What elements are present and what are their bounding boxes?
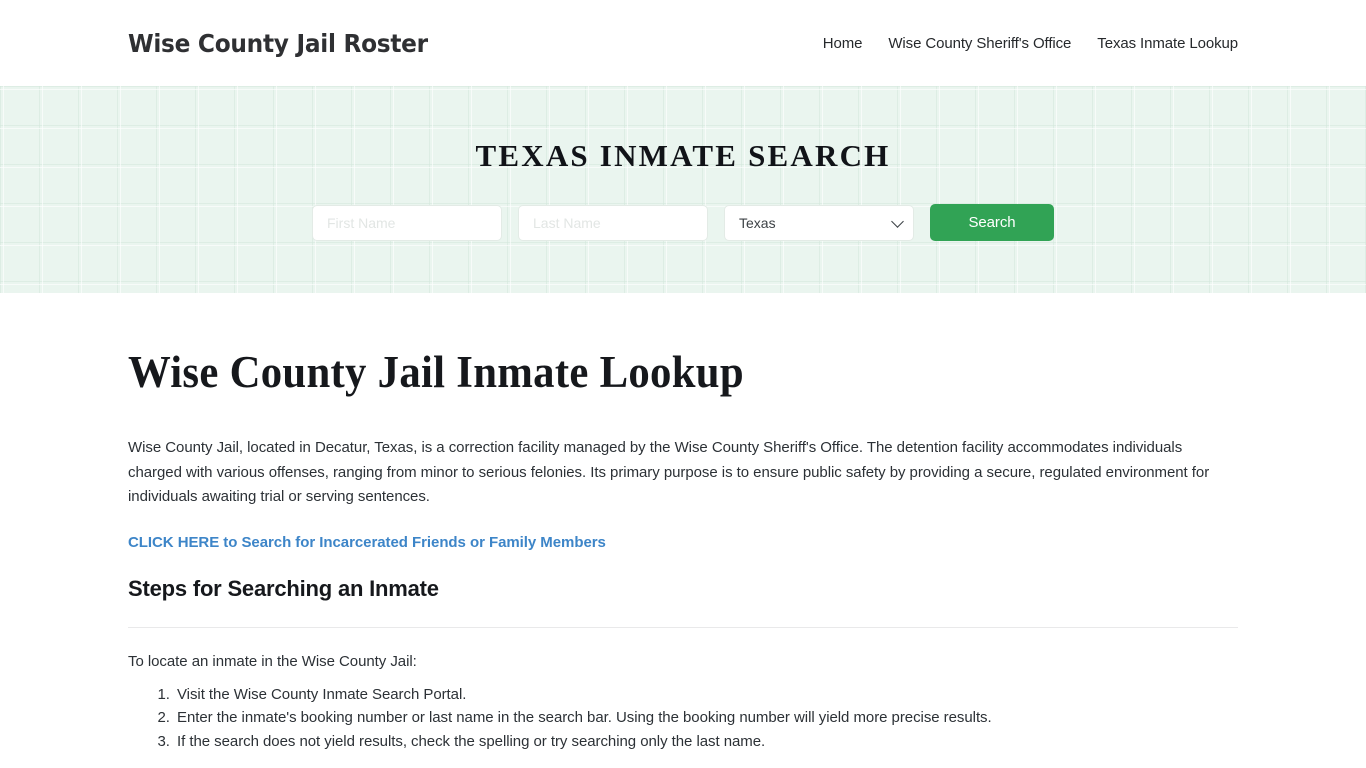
page-title: Wise County Jail Inmate Lookup xyxy=(128,347,744,397)
site-logo[interactable]: Wise County Jail Roster xyxy=(128,29,428,58)
section-divider xyxy=(128,626,1238,628)
hero-title: TEXAS INMATE SEARCH xyxy=(475,138,891,173)
state-select-wrapper: Texas xyxy=(724,204,914,241)
first-name-input[interactable] xyxy=(312,204,502,241)
inmate-search-cta-link[interactable]: CLICK HERE to Search for Incarcerated Fr… xyxy=(128,534,606,551)
main-navigation: Home Wise County Sheriff's Office Texas … xyxy=(823,35,1238,52)
last-name-input[interactable] xyxy=(518,204,708,241)
intro-paragraph: Wise County Jail, located in Decatur, Te… xyxy=(128,439,1210,505)
search-button[interactable]: Search xyxy=(930,204,1054,241)
list-item: Visit the Wise County Inmate Search Port… xyxy=(174,686,1238,703)
steps-list: Visit the Wise County Inmate Search Port… xyxy=(128,686,1238,750)
state-select[interactable]: Texas xyxy=(724,204,914,241)
site-header: Wise County Jail Roster Home Wise County… xyxy=(0,0,1366,86)
nav-link-home[interactable]: Home xyxy=(823,35,863,52)
nav-link-wise-county-sheriffs-office[interactable]: Wise County Sheriff's Office xyxy=(888,35,1071,52)
list-item: Enter the inmate's booking number or las… xyxy=(174,709,1238,726)
hero-search-banner: TEXAS INMATE SEARCH Texas Search xyxy=(0,86,1366,293)
nav-link-texas-inmate-lookup[interactable]: Texas Inmate Lookup xyxy=(1097,35,1238,52)
main-content: Wise County Jail Inmate Lookup Wise Coun… xyxy=(0,346,1366,768)
steps-lead-text: To locate an inmate in the Wise County J… xyxy=(128,652,417,670)
section-title-steps: Steps for Searching an Inmate xyxy=(128,575,439,601)
inmate-search-form: Texas Search xyxy=(312,204,1054,241)
list-item: If the search does not yield results, ch… xyxy=(174,733,1238,750)
